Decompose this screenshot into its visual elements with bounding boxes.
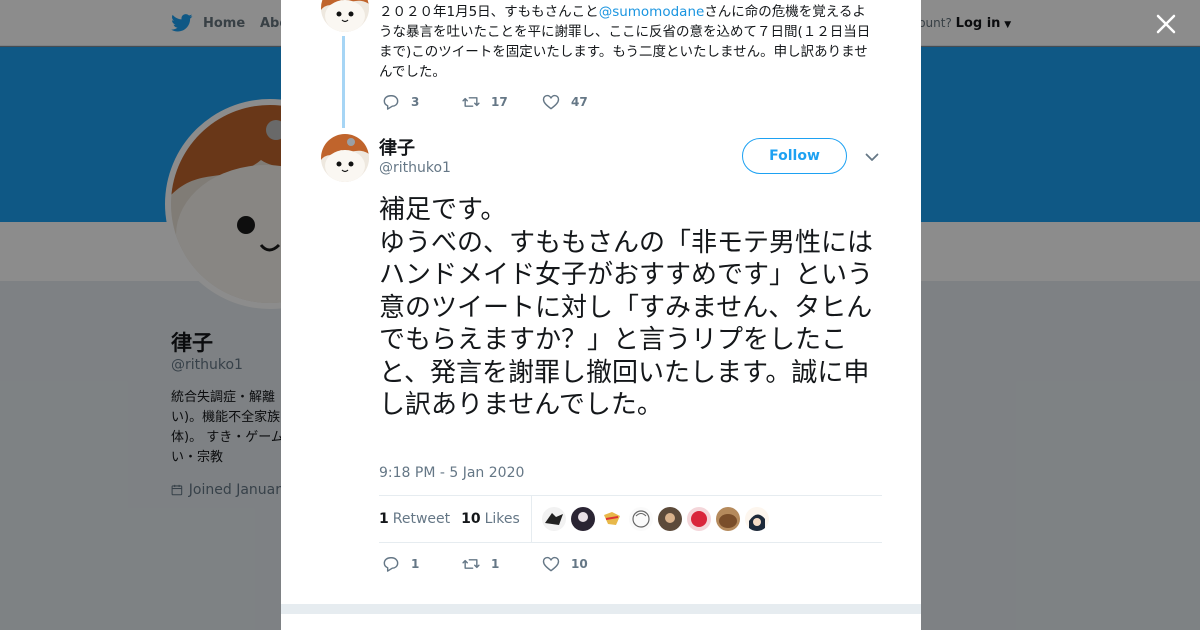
like-stat[interactable]: 10 Likes bbox=[461, 511, 520, 527]
felt-doll-avatar-icon bbox=[321, 134, 369, 182]
close-icon[interactable] bbox=[1152, 10, 1180, 38]
author-name[interactable]: 律子 bbox=[379, 134, 415, 160]
retweet-button[interactable]: 17 bbox=[461, 92, 541, 112]
liker-avatars bbox=[541, 507, 769, 531]
tweet-modal: ２０２０年1月5日、すももさんこと@sumomodaneさんに命の危機を覚えるよ… bbox=[281, 0, 921, 630]
tweet-text: 補足です。 ゆうべの、すももさんの「非モテ男性にはハンドメイド女子がおすすめです… bbox=[379, 195, 874, 420]
tweet-stats: 1 Retweet 10 Likes bbox=[379, 495, 882, 543]
liker-avatar-image bbox=[715, 507, 740, 531]
parent-text-before: ２０２０年1月5日、すももさんこと bbox=[379, 4, 599, 20]
liker-avatar[interactable] bbox=[541, 507, 566, 531]
retweet-stat-count: 1 bbox=[379, 511, 389, 527]
retweet-count: 17 bbox=[491, 95, 508, 109]
liker-avatar[interactable] bbox=[628, 507, 653, 531]
mention-link[interactable]: @sumomodane bbox=[599, 4, 705, 20]
retweet-count: 1 bbox=[491, 557, 500, 571]
liker-avatar-image bbox=[744, 507, 769, 531]
liker-avatar-image bbox=[657, 507, 682, 531]
retweet-icon bbox=[462, 559, 480, 569]
like-button[interactable]: 47 bbox=[541, 92, 621, 112]
like-stat-count: 10 bbox=[461, 511, 481, 527]
author-handle[interactable]: @rithuko1 bbox=[379, 160, 451, 176]
liker-avatar[interactable] bbox=[744, 507, 769, 531]
like-stat-label: Likes bbox=[484, 511, 520, 527]
liker-avatar-image bbox=[570, 507, 595, 531]
parent-tweet-text: ２０２０年1月5日、すももさんこと@sumomodaneさんに命の危機を覚えるよ… bbox=[379, 2, 879, 82]
reply-icon bbox=[383, 557, 399, 572]
author-avatar[interactable] bbox=[321, 134, 369, 182]
like-button[interactable]: 10 bbox=[541, 554, 621, 574]
felt-doll-avatar-icon bbox=[321, 0, 369, 32]
liker-avatar-image bbox=[686, 507, 711, 531]
reply-button[interactable]: 3 bbox=[381, 92, 461, 112]
thread-line bbox=[342, 36, 345, 128]
retweet-button[interactable]: 1 bbox=[461, 554, 541, 574]
retweet-stat[interactable]: 1 Retweet bbox=[379, 511, 450, 527]
heart-icon bbox=[542, 556, 560, 572]
like-count: 10 bbox=[571, 557, 588, 571]
retweet-stat-label: Retweet bbox=[392, 511, 451, 527]
parent-tweet-avatar[interactable] bbox=[321, 0, 369, 32]
like-count: 47 bbox=[571, 95, 588, 109]
liker-avatar[interactable] bbox=[686, 507, 711, 531]
reply-button[interactable]: 1 bbox=[381, 554, 461, 574]
liker-avatar[interactable] bbox=[599, 507, 624, 531]
heart-icon bbox=[542, 94, 560, 110]
reply-count: 1 bbox=[411, 557, 420, 571]
liker-avatar[interactable] bbox=[657, 507, 682, 531]
parent-tweet-actions: 3 17 47 bbox=[381, 92, 621, 112]
tweet-timestamp[interactable]: 9:18 PM - 5 Jan 2020 bbox=[379, 465, 524, 481]
liker-avatar-image bbox=[599, 507, 624, 531]
reply-count: 3 bbox=[411, 95, 420, 109]
liker-avatar[interactable] bbox=[570, 507, 595, 531]
follow-button[interactable]: Follow bbox=[742, 138, 847, 174]
stats-divider bbox=[530, 495, 532, 543]
reply-icon bbox=[383, 95, 399, 110]
chevron-down-icon[interactable] bbox=[863, 148, 881, 166]
retweet-icon bbox=[462, 97, 480, 107]
liker-avatar[interactable] bbox=[715, 507, 740, 531]
tweet-actions: 1 1 10 bbox=[381, 554, 621, 574]
liker-avatar-image bbox=[628, 507, 653, 531]
liker-avatar-image bbox=[541, 507, 566, 531]
modal-footer-strip bbox=[281, 604, 921, 614]
